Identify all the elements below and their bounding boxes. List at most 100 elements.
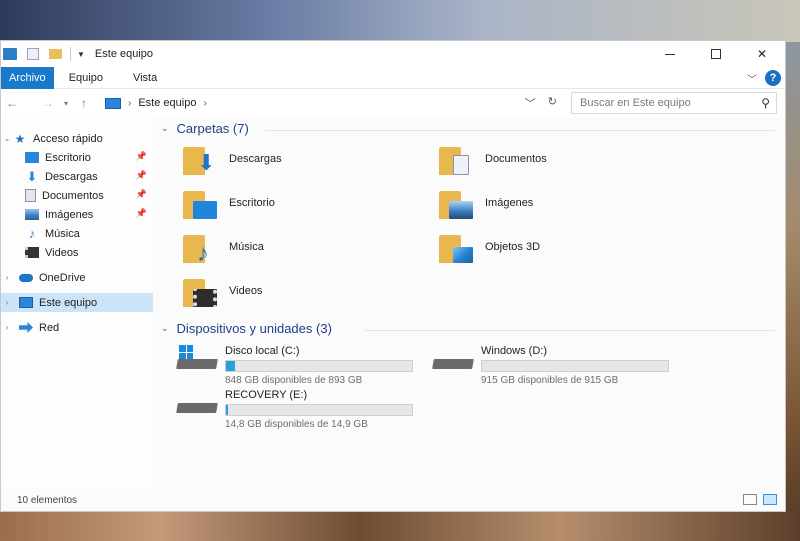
breadcrumb-chevron-icon[interactable]: › xyxy=(203,98,206,109)
folder-label: Imágenes xyxy=(485,197,534,209)
breadcrumb-separator-icon[interactable]: › xyxy=(128,98,131,109)
breadcrumb-este-equipo[interactable]: Este equipo xyxy=(138,97,196,109)
pictures-icon xyxy=(439,191,477,221)
sidebar-item-documentos[interactable]: Documentos 📌 xyxy=(25,186,153,205)
this-pc-icon xyxy=(105,97,121,109)
desktop-background-right xyxy=(784,42,800,512)
search-icon[interactable]: ⚲ xyxy=(761,96,770,110)
cloud-icon xyxy=(19,273,33,282)
details-view-icon[interactable] xyxy=(743,494,757,505)
help-icon[interactable]: ? xyxy=(765,70,781,86)
sidebar-item-label: Documentos xyxy=(42,189,104,202)
sidebar-item-red[interactable]: › Red xyxy=(1,318,151,337)
expand-ribbon-icon[interactable]: ﹀ xyxy=(747,71,757,86)
drive-free-space: 915 GB disponibles de 915 GB xyxy=(481,375,619,386)
drive-e[interactable]: RECOVERY (E:) 14,8 GB disponibles de 14,… xyxy=(176,389,415,430)
pictures-icon xyxy=(25,209,39,220)
documents-icon xyxy=(439,147,477,177)
search-placeholder: Buscar en Este equipo xyxy=(580,97,691,109)
folder-musica[interactable]: ♪ Música xyxy=(183,235,264,266)
expand-arrow-icon[interactable]: › xyxy=(1,323,13,332)
collapse-group-icon[interactable]: ⌄ xyxy=(161,123,169,134)
collapse-arrow-icon[interactable]: ⌄ xyxy=(1,134,13,143)
sidebar-item-este-equipo[interactable]: › Este equipo xyxy=(1,293,153,312)
refresh-icon[interactable]: ↻ xyxy=(548,95,557,111)
group-divider xyxy=(365,330,775,331)
item-count: 10 elementos xyxy=(17,494,78,506)
devices-group-header[interactable]: ⌄ Dispositivos y unidades (3) xyxy=(161,321,332,336)
folder-label: Descargas xyxy=(229,153,282,165)
title-bar: ▼ Este equipo ✕ xyxy=(1,41,785,67)
sidebar-item-label: Imágenes xyxy=(45,208,94,221)
desktop-icon xyxy=(183,191,221,221)
tab-vista[interactable]: Vista xyxy=(118,67,172,89)
properties-icon[interactable] xyxy=(27,48,39,60)
desktop-background-bottom xyxy=(0,512,800,541)
folder-escritorio[interactable]: Escritorio xyxy=(183,191,275,221)
drive-usage-bar xyxy=(481,360,669,372)
pin-icon[interactable]: 📌 xyxy=(136,208,147,219)
pin-icon[interactable]: 📌 xyxy=(136,170,147,181)
tab-archivo[interactable]: Archivo xyxy=(1,66,54,89)
expand-arrow-icon[interactable]: › xyxy=(1,273,13,282)
window-controls: ✕ xyxy=(647,41,785,67)
new-folder-icon[interactable] xyxy=(49,49,62,59)
folder-videos[interactable]: Videos xyxy=(183,279,262,309)
tab-equipo[interactable]: Equipo xyxy=(54,67,118,89)
network-icon xyxy=(19,322,33,333)
close-button[interactable]: ✕ xyxy=(739,41,785,67)
sidebar-item-videos[interactable]: Videos xyxy=(25,243,153,262)
folders-group-header[interactable]: ⌄ Carpetas (7) xyxy=(161,121,249,136)
music-icon: ♪ xyxy=(28,226,36,241)
sidebar-item-descargas[interactable]: ⬇ Descargas 📌 xyxy=(25,167,153,186)
folder-objetos-3d[interactable]: Objetos 3D xyxy=(439,235,540,265)
sidebar-item-imagenes[interactable]: Imágenes 📌 xyxy=(25,205,153,224)
back-button-icon[interactable]: ← xyxy=(3,96,21,110)
this-pc-icon xyxy=(19,297,33,308)
maximize-button[interactable] xyxy=(693,41,739,67)
collapse-group-icon[interactable]: ⌄ xyxy=(161,323,169,334)
address-bar[interactable]: › Este equipo › ﹀ ↻ xyxy=(99,92,561,114)
folder-descargas[interactable]: ⬇ Descargas xyxy=(183,147,282,177)
quick-access-separator xyxy=(70,47,71,61)
sidebar-item-acceso-rapido[interactable]: ⌄ ★ Acceso rápido xyxy=(1,129,151,148)
3d-objects-icon xyxy=(439,235,477,265)
expand-arrow-icon[interactable]: › xyxy=(1,298,13,307)
drive-usage-fill xyxy=(226,361,236,371)
pin-icon[interactable]: 📌 xyxy=(136,151,147,162)
main-view: ⌄ Carpetas (7) ⬇ Descargas Documentos Es… xyxy=(159,117,783,487)
folder-label: Objetos 3D xyxy=(485,241,541,253)
drive-name: Disco local (C:) xyxy=(225,345,300,357)
sidebar-item-musica[interactable]: ♪ Música xyxy=(25,224,153,243)
quick-access-dropdown-icon[interactable]: ▼ xyxy=(77,50,85,59)
sidebar-item-onedrive[interactable]: › OneDrive xyxy=(1,268,151,287)
pin-icon[interactable]: 📌 xyxy=(136,189,147,200)
folder-documentos[interactable]: Documentos xyxy=(439,147,547,177)
folder-imagenes[interactable]: Imágenes xyxy=(439,191,533,221)
sidebar-item-label: Red xyxy=(39,321,60,334)
up-button-icon[interactable]: ↑ xyxy=(75,96,93,110)
large-icons-view-icon[interactable] xyxy=(763,494,777,505)
sidebar-item-escritorio[interactable]: Escritorio 📌 xyxy=(25,148,153,167)
downloads-icon: ⬇ xyxy=(26,169,38,184)
drive-c[interactable]: Disco local (C:) 848 GB disponibles de 8… xyxy=(176,345,415,386)
drive-free-space: 848 GB disponibles de 893 GB xyxy=(225,375,363,386)
forward-button-icon[interactable]: → xyxy=(39,96,57,110)
minimize-icon xyxy=(665,53,675,55)
desktop-background-top xyxy=(0,0,800,42)
file-explorer-window: ▼ Este equipo ✕ Archivo Equipo Vista ﹀ ?… xyxy=(0,40,786,512)
maximize-icon xyxy=(711,49,721,59)
ribbon-tabs: Archivo Equipo Vista ﹀ ? xyxy=(1,66,785,89)
search-input[interactable]: Buscar en Este equipo ⚲ xyxy=(571,92,777,114)
videos-icon xyxy=(183,279,221,309)
minimize-button[interactable] xyxy=(647,41,693,67)
content-area: ⌄ ★ Acceso rápido Escritorio 📌 ⬇ Descarg… xyxy=(1,117,785,487)
group-divider xyxy=(265,130,775,131)
explorer-app-icon[interactable] xyxy=(3,48,17,60)
address-dropdown-icon[interactable]: ﹀ xyxy=(525,95,536,111)
recent-locations-icon[interactable]: ▾ xyxy=(57,99,75,108)
desktop-icon xyxy=(25,152,39,163)
drive-d[interactable]: Windows (D:) 915 GB disponibles de 915 G… xyxy=(432,345,671,386)
drive-name: Windows (D:) xyxy=(481,345,548,357)
sidebar-item-label: OneDrive xyxy=(39,271,86,284)
